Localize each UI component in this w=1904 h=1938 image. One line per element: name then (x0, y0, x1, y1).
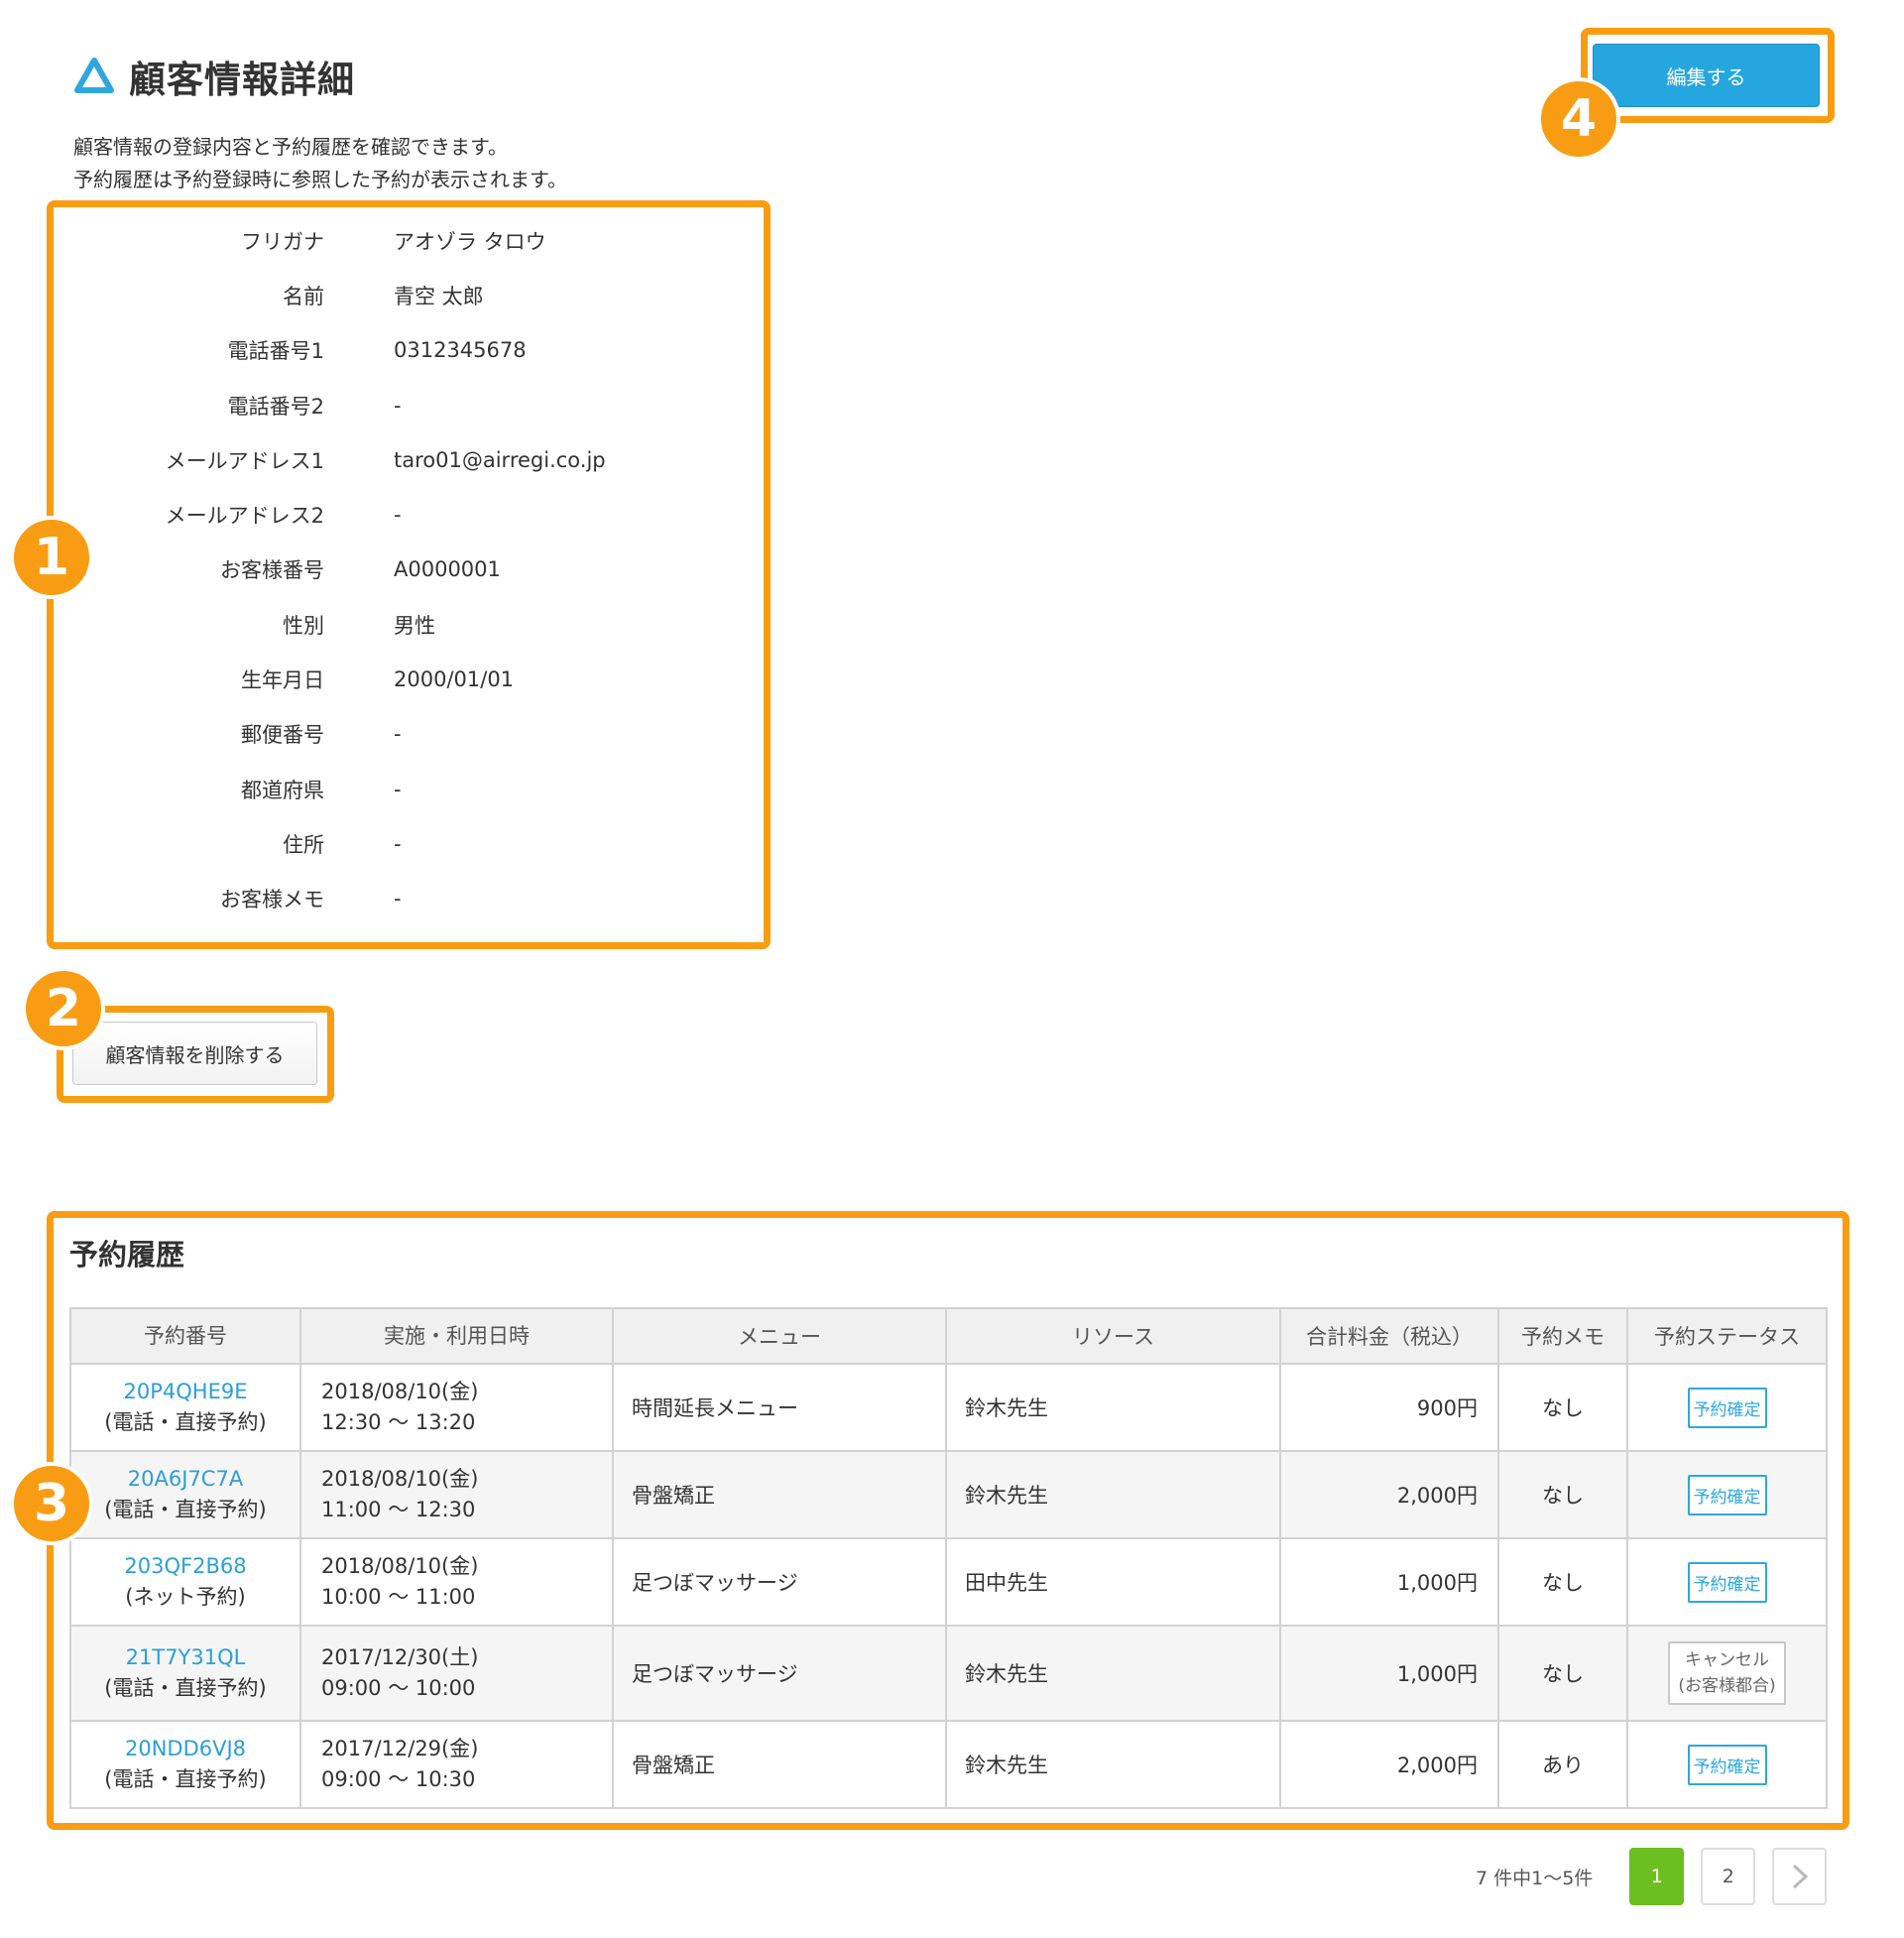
next-page-button[interactable] (1772, 1848, 1828, 1905)
page-button-1[interactable]: 1 (1629, 1848, 1685, 1905)
description-line: 顧客情報の登録内容と予約履歴を確認できます。 (73, 135, 508, 159)
callout-badge: 1 (10, 516, 93, 599)
callout-badge: 3 (10, 1462, 93, 1545)
callout-badge: 4 (1537, 77, 1620, 161)
triangle-logo-icon (74, 58, 114, 93)
highlight-frame-history (47, 1211, 1849, 1830)
pagination-summary: 7 件中1〜5件 (1476, 1867, 1594, 1889)
highlight-frame-customer-info (47, 200, 771, 949)
page-button-2[interactable]: 2 (1701, 1848, 1756, 1905)
pagination: 7 件中1〜5件 1 2 (1476, 1848, 1828, 1905)
chevron-right-icon (1792, 1864, 1809, 1889)
description-line: 予約履歴は予約登録時に参照した予約が表示されます。 (73, 168, 567, 191)
page-description: 顧客情報の登録内容と予約履歴を確認できます。 予約履歴は予約登録時に参照した予約… (73, 131, 567, 196)
callout-badge: 2 (22, 967, 105, 1050)
page-title: 顧客情報詳細 (129, 59, 355, 101)
page-header: 顧客情報詳細 (73, 52, 355, 101)
